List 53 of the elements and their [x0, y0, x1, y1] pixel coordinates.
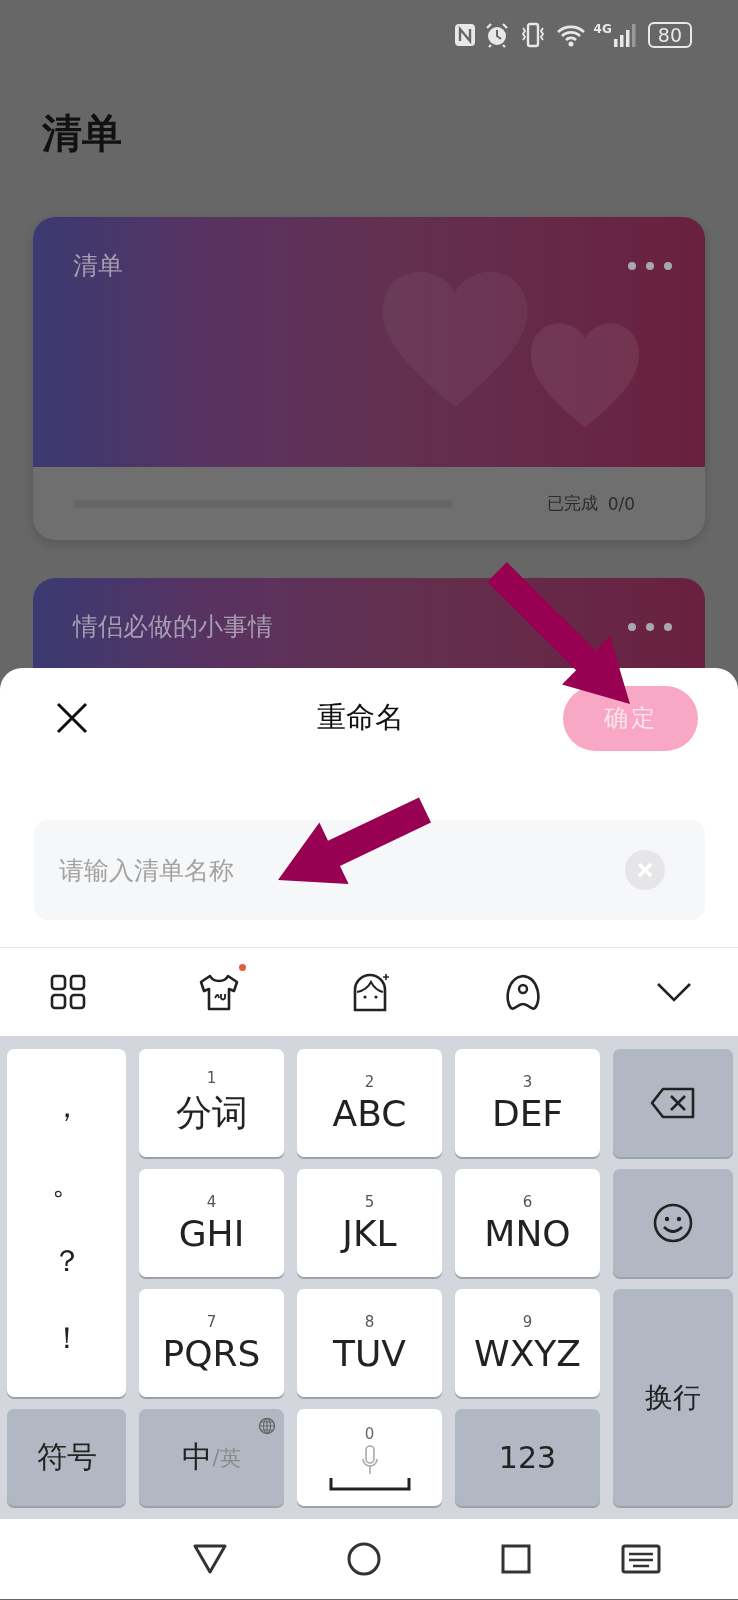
letter-key[interactable]: 8 TUV — [297, 1289, 442, 1397]
key-digit: 0 — [364, 1424, 375, 1443]
signal-icon — [613, 23, 636, 47]
letter-key[interactable]: 7 PQRS — [139, 1289, 284, 1397]
keyboard-icon[interactable] — [621, 1544, 661, 1574]
more-icon[interactable] — [627, 261, 673, 271]
emoji-key[interactable] — [613, 1169, 733, 1277]
letter-key[interactable]: 5 JKL — [297, 1169, 442, 1277]
list-title: 情侣必做的小事情 — [73, 611, 273, 643]
nfc-icon — [453, 23, 476, 47]
grid-icon[interactable] — [50, 974, 86, 1010]
letter-key[interactable]: 4 GHI — [139, 1169, 284, 1277]
recents-icon[interactable] — [501, 1544, 531, 1574]
punctuation-mark[interactable]: ， — [51, 1087, 82, 1128]
close-icon[interactable] — [56, 702, 88, 734]
chevron-down-icon[interactable] — [656, 981, 692, 1003]
home-icon[interactable] — [347, 1542, 381, 1576]
list-card[interactable]: 清单 已完成 0/0 — [33, 217, 705, 540]
completed-label: 已完成 — [546, 492, 598, 515]
backspace-icon — [650, 1087, 696, 1119]
list-title: 清单 — [73, 250, 123, 282]
wifi-icon — [555, 23, 586, 47]
face-icon[interactable] — [351, 972, 391, 1012]
network-label: 4G — [593, 22, 612, 36]
name-input-field[interactable]: 请输入清单名称 — [34, 820, 705, 920]
page-title: 清单 — [41, 109, 123, 158]
smiley-icon — [653, 1203, 693, 1243]
punctuation-mark[interactable]: ？ — [51, 1241, 82, 1282]
globe-icon — [258, 1417, 276, 1435]
battery-indicator: 80 — [647, 22, 692, 48]
punctuation-mark[interactable]: 。 — [51, 1164, 82, 1205]
backspace-key[interactable] — [613, 1049, 733, 1157]
enter-key[interactable]: 换行 — [613, 1289, 733, 1506]
space-bar-icon — [328, 1476, 411, 1491]
more-icon[interactable] — [627, 622, 673, 632]
chinese-label: 中 — [182, 1438, 213, 1476]
numbers-key[interactable]: 123 — [455, 1409, 600, 1506]
list-card[interactable]: 情侣必做的小事情 — [33, 578, 705, 668]
symbols-key[interactable]: 符号 — [7, 1409, 126, 1506]
letter-key[interactable]: 6 MNO — [455, 1169, 600, 1277]
letter-key[interactable]: 9 WXYZ — [455, 1289, 600, 1397]
microphone-icon — [361, 1444, 378, 1475]
letter-key[interactable]: 3 DEF — [455, 1049, 600, 1157]
completed-count: 0/0 — [607, 493, 635, 514]
back-icon[interactable] — [193, 1544, 227, 1574]
english-label: /英 — [212, 1444, 241, 1472]
punctuation-key[interactable]: ， 。 ？ ！ — [7, 1049, 126, 1397]
punctuation-mark[interactable]: ！ — [51, 1318, 82, 1359]
dialog-title: 重命名 — [316, 699, 405, 736]
letter-key[interactable]: 2 ABC — [297, 1049, 442, 1157]
letter-key[interactable]: 1 分词 — [139, 1049, 284, 1157]
language-key[interactable]: 中/英 — [139, 1409, 284, 1506]
space-key[interactable]: 0 — [297, 1409, 442, 1506]
